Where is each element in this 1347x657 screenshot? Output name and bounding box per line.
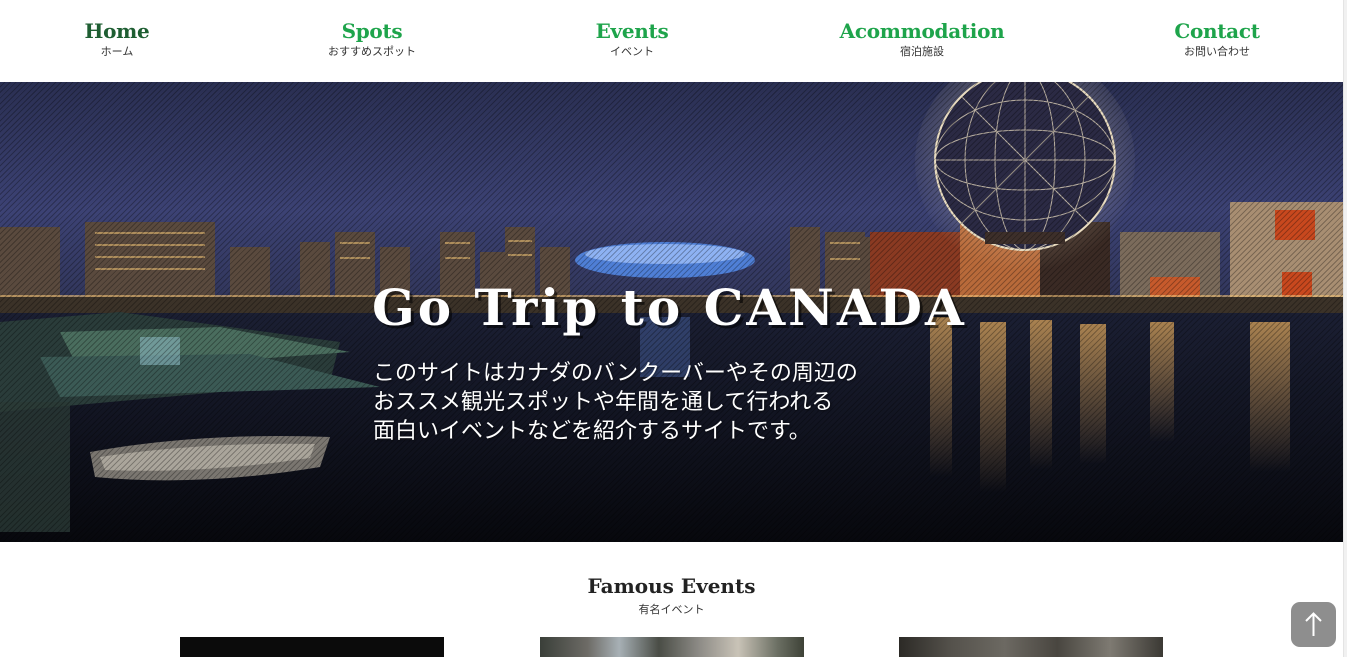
page-scrollbar[interactable] bbox=[1343, 0, 1347, 657]
hero-description-line: おススメ観光スポットや年間を通して行われる bbox=[373, 390, 834, 415]
nav-item-sublabel: ホーム bbox=[100, 45, 134, 58]
hero-description-line: 面白いイベントなどを紹介するサイトです。 bbox=[373, 419, 811, 444]
nav-item-sublabel: お問い合わせ bbox=[1184, 45, 1250, 58]
nav-item-acommodation[interactable]: Acommodation 宿泊施設 bbox=[840, 16, 1005, 60]
nav-item-label: Spots bbox=[341, 19, 403, 43]
main-nav: Home ホーム Spots おすすめスポット Events イベント Acom… bbox=[0, 0, 1347, 82]
nav-item-label: Home bbox=[84, 19, 150, 43]
nav-item-label: Contact bbox=[1174, 19, 1260, 43]
arrow-up-icon bbox=[1305, 612, 1322, 636]
back-to-top-button[interactable] bbox=[1291, 602, 1336, 647]
nav-item-sublabel: おすすめスポット bbox=[328, 45, 416, 58]
section-title: Famous Events bbox=[587, 574, 756, 598]
nav-item-sublabel: 宿泊施設 bbox=[899, 45, 944, 58]
hero-description-line: このサイトはカナダのバンクーバーやその周辺の bbox=[373, 361, 858, 386]
nav-item-home[interactable]: Home ホーム bbox=[85, 16, 150, 60]
nav-item-sublabel: イベント bbox=[610, 45, 654, 58]
nav-item-events[interactable]: Events イベント bbox=[596, 16, 669, 60]
nav-item-contact[interactable]: Contact お問い合わせ bbox=[1174, 16, 1260, 60]
event-card-image[interactable] bbox=[180, 637, 444, 657]
event-card-image[interactable] bbox=[899, 637, 1163, 657]
event-card-image[interactable] bbox=[540, 637, 804, 657]
section-subtitle: 有名イベント bbox=[638, 603, 705, 616]
hero-banner: Go Trip to CANADA このサイトはカナダのバンクーバーやその周辺の… bbox=[0, 82, 1347, 542]
nav-item-label: Events bbox=[595, 19, 669, 43]
hero-description: このサイトはカナダのバンクーバーやその周辺の おススメ観光スポットや年間を通して… bbox=[373, 359, 973, 446]
hero-title: Go Trip to CANADA bbox=[372, 278, 967, 337]
nav-item-spots[interactable]: Spots おすすめスポット bbox=[328, 16, 416, 60]
nav-item-label: Acommodation bbox=[839, 19, 1005, 43]
